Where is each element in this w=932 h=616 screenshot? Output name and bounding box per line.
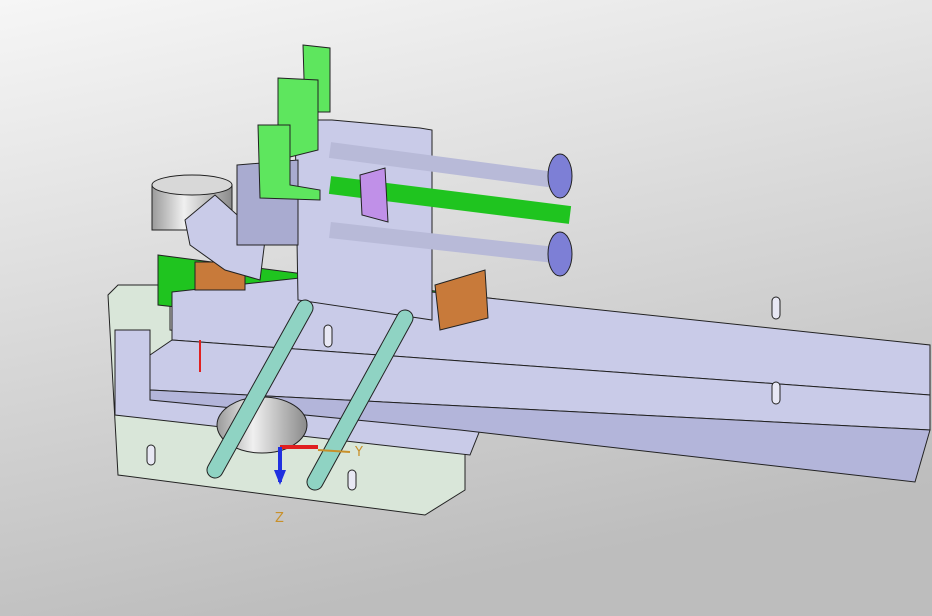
base-slot	[347, 469, 357, 491]
knob[interactable]	[547, 231, 573, 277]
y-axis-label: Y	[354, 445, 363, 460]
z-axis-label: Z	[275, 511, 284, 526]
rail-slot	[323, 324, 333, 348]
top-cylinder-cap	[151, 174, 233, 196]
rail-slot	[771, 381, 781, 405]
rail-slot	[771, 296, 781, 320]
knob[interactable]	[547, 153, 573, 199]
cad-viewport[interactable]: Y Z	[0, 0, 932, 616]
base-slot	[146, 444, 156, 466]
purple-part[interactable]	[359, 167, 389, 223]
